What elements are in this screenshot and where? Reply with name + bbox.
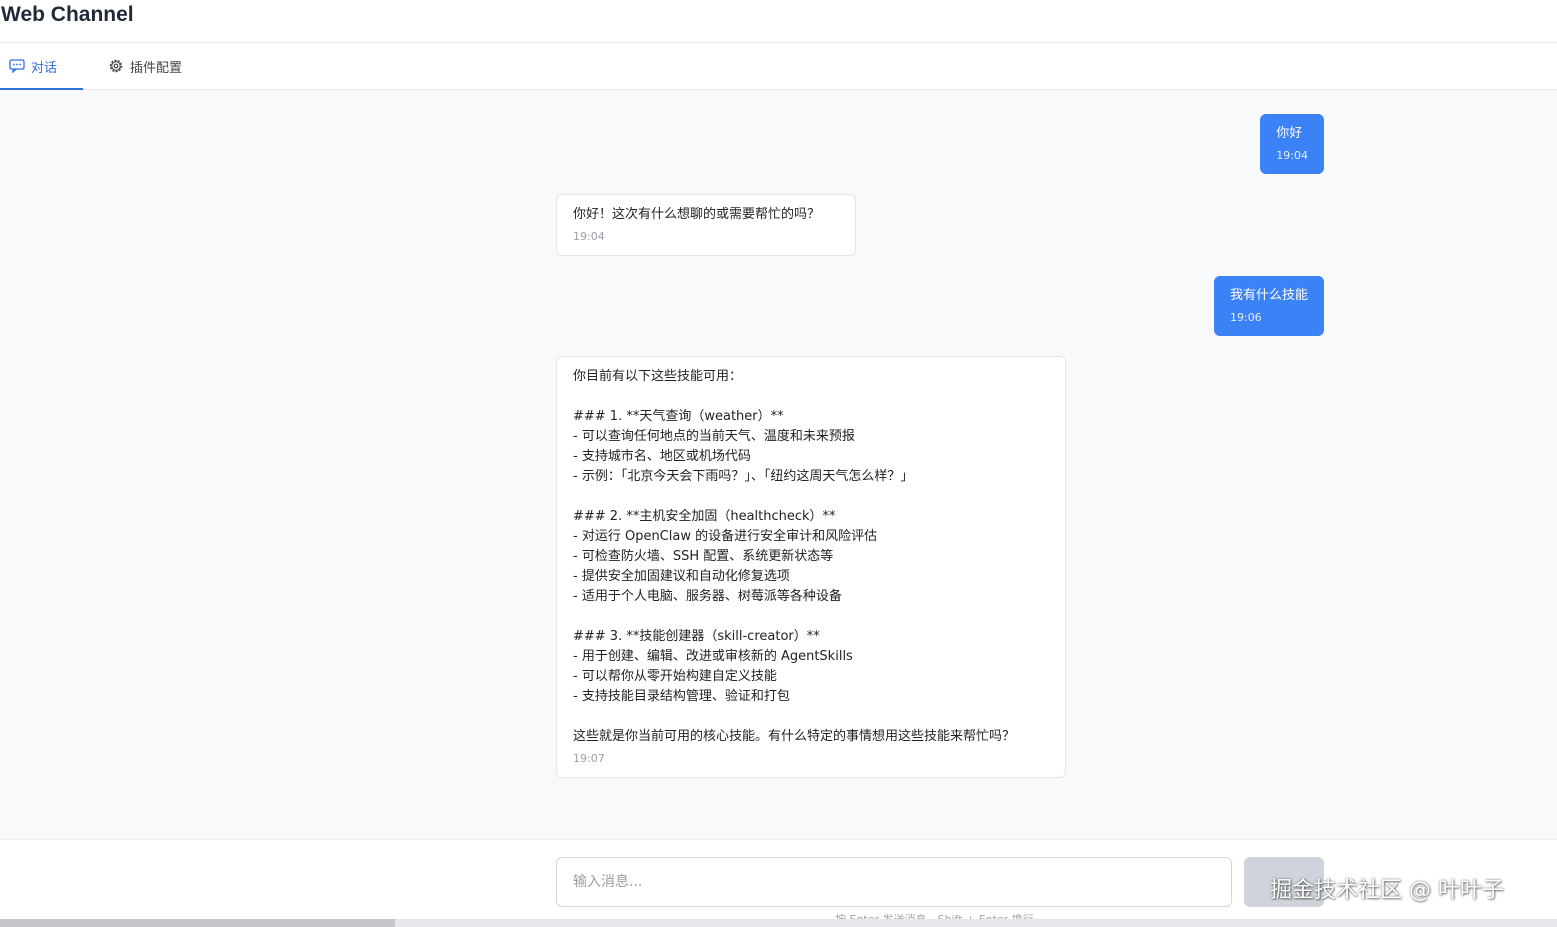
assistant-message: 你好！这次有什么想聊的或需要帮忙的吗？ 19:04	[556, 194, 856, 256]
gear-icon	[108, 58, 124, 74]
watermark: 掘金技术社区 @ 叶叶子	[1270, 878, 1504, 903]
user-message: 我有什么技能 19:06	[1213, 276, 1324, 336]
tab-bar: 对话 插件配置	[0, 43, 1557, 90]
assistant-message: 你目前有以下这些技能可用： ### 1. **天气查询（weather）** -…	[556, 356, 1066, 778]
message-input[interactable]	[556, 857, 1232, 907]
app-title: Web Channel	[1, 3, 134, 26]
message-time: 19:06	[1229, 311, 1262, 324]
tab-chat[interactable]: 对话	[0, 43, 83, 90]
tab-plugin-config-label: 插件配置	[130, 60, 183, 76]
message-text: 你好！这次有什么想聊的或需要帮忙的吗？	[573, 207, 821, 222]
user-message: 你好 19:04	[1260, 114, 1324, 174]
tab-plugin-config[interactable]: 插件配置	[108, 43, 208, 89]
message-time: 19:07	[573, 752, 605, 765]
scrollbar-thumb[interactable]	[0, 919, 395, 927]
message-text: 你好	[1276, 126, 1303, 141]
message-time: 19:04	[1276, 149, 1308, 162]
message-time: 19:04	[573, 230, 605, 243]
tab-chat-label: 对话	[31, 60, 58, 76]
message-text: 你目前有以下这些技能可用： ### 1. **天气查询（weather）** -…	[573, 369, 1016, 744]
chat-bubble-icon	[9, 59, 25, 73]
message-text: 我有什么技能	[1229, 288, 1308, 303]
message-list[interactable]: 你好 19:04 你好！这次有什么想聊的或需要帮忙的吗？ 19:04 我有什么技…	[0, 90, 1557, 839]
app-header: Web Channel	[0, 0, 1557, 43]
